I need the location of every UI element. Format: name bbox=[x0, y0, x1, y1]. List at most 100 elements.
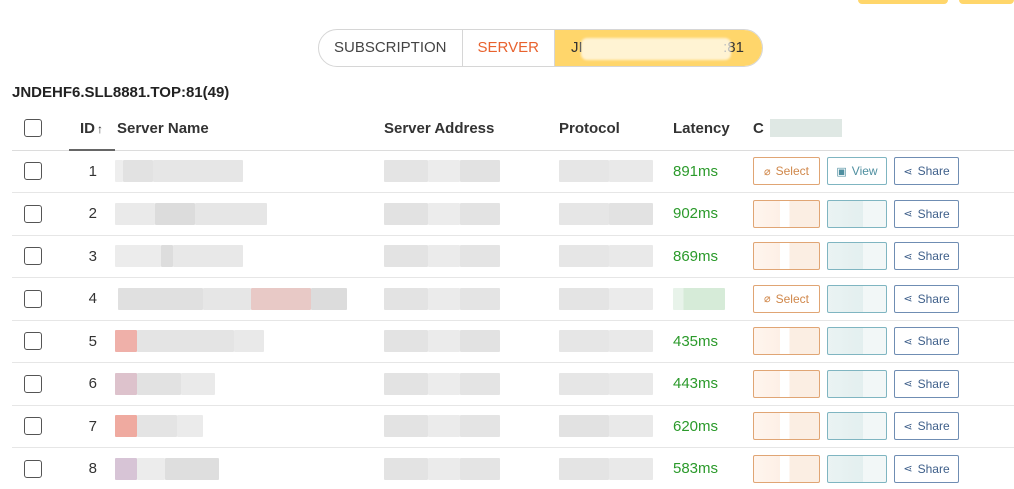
row-checkbox[interactable] bbox=[24, 374, 42, 393]
tab-server[interactable]: SERVER bbox=[463, 30, 555, 66]
header-select-cell bbox=[12, 107, 69, 151]
row-id: 1 bbox=[69, 150, 113, 193]
select-button[interactable]: ⌀ Select bbox=[753, 157, 820, 186]
select-button[interactable]: ⌀ Select bbox=[753, 327, 820, 356]
redacted-protocol bbox=[559, 372, 609, 395]
redacted-protocol bbox=[609, 202, 653, 225]
view-qr-button[interactable]: ▣ View bbox=[827, 157, 887, 186]
share-button[interactable]: ⋖ Share bbox=[894, 454, 959, 483]
redacted-server-address bbox=[428, 202, 460, 225]
select-all-checkbox[interactable] bbox=[24, 119, 42, 138]
row-checkbox[interactable] bbox=[24, 417, 42, 436]
view-qr-button[interactable]: ▣ View bbox=[827, 242, 887, 271]
row-checkbox[interactable] bbox=[24, 162, 42, 181]
link-icon: ⌀ bbox=[764, 420, 771, 433]
share-button[interactable]: ⋖ Share bbox=[894, 327, 959, 356]
header-operations-label: C bbox=[753, 119, 764, 137]
select-button[interactable]: ⌀ Select bbox=[753, 412, 820, 441]
tab-subscription[interactable]: SUBSCRIPTION bbox=[319, 30, 463, 66]
latency-cell: 443ms bbox=[673, 362, 753, 406]
share-icon: ⋖ bbox=[903, 208, 913, 221]
latency-cell: 869ms bbox=[673, 235, 753, 278]
redacted-protocol bbox=[559, 415, 609, 438]
view-qr-button[interactable]: ▣ View bbox=[827, 327, 887, 356]
latency-value: 443ms bbox=[673, 375, 719, 393]
redacted-server-name bbox=[115, 372, 137, 395]
row-checkbox[interactable] bbox=[24, 459, 42, 478]
protocol-cell bbox=[559, 320, 673, 363]
top-action-button-1[interactable] bbox=[858, 0, 948, 4]
protocol-cell bbox=[559, 235, 673, 278]
redacted-protocol bbox=[559, 202, 609, 225]
redacted-protocol bbox=[559, 287, 609, 310]
latency-value: 620ms bbox=[673, 417, 719, 435]
redacted-server-name bbox=[195, 202, 267, 225]
row-checkbox[interactable] bbox=[24, 247, 42, 266]
redacted-server-address bbox=[460, 330, 500, 353]
select-button-label: Select bbox=[776, 377, 809, 391]
share-button[interactable]: ⋖ Share bbox=[894, 199, 959, 228]
redacted-server-name bbox=[118, 287, 203, 310]
share-button[interactable]: ⋖ Share bbox=[894, 284, 959, 313]
redacted-server-address bbox=[428, 372, 460, 395]
share-button-label: Share bbox=[917, 419, 950, 434]
select-button[interactable]: ⌀ Select bbox=[753, 284, 820, 313]
qr-icon: ▣ bbox=[836, 207, 846, 220]
row-select-cell bbox=[12, 362, 69, 406]
share-button[interactable]: ⋖ Share bbox=[894, 242, 959, 271]
view-button-label: View bbox=[852, 377, 878, 391]
row-actions: ⌀ Select ▣ View ⋖ Share bbox=[753, 447, 1014, 489]
share-button[interactable]: ⋖ Share bbox=[894, 412, 959, 441]
select-button[interactable]: ⌀ Select bbox=[753, 369, 820, 398]
row-checkbox[interactable] bbox=[24, 204, 42, 223]
row-checkbox[interactable] bbox=[24, 332, 42, 351]
redacted-server-name bbox=[115, 415, 137, 438]
row-id: 7 bbox=[69, 405, 113, 448]
redacted-server-name bbox=[165, 457, 219, 480]
view-qr-button[interactable]: ▣ View bbox=[827, 369, 887, 398]
view-qr-button[interactable]: ▣ View bbox=[827, 199, 887, 228]
row-id: 4 bbox=[69, 277, 113, 321]
view-button-label: View bbox=[852, 462, 878, 476]
view-button-label: View bbox=[852, 207, 878, 221]
view-qr-button[interactable]: ▣ View bbox=[827, 412, 887, 441]
qr-icon: ▣ bbox=[836, 377, 846, 390]
qr-icon: ▣ bbox=[836, 335, 846, 348]
link-icon: ⌀ bbox=[764, 165, 771, 178]
server-name-cell bbox=[113, 447, 384, 489]
redacted-server-address bbox=[460, 160, 500, 183]
share-icon: ⋖ bbox=[903, 378, 913, 391]
header-id-label: ID bbox=[80, 119, 95, 137]
table-row: 1 891ms ⌀ Select ▣ View ⋖ Share bbox=[12, 150, 1014, 193]
header-id[interactable]: ID ↑ bbox=[69, 107, 115, 151]
view-qr-button[interactable]: ▣ View bbox=[827, 284, 887, 313]
server-address-cell bbox=[384, 320, 559, 363]
table-row: 5 435ms ⌀ Select ▣ View ⋖ Share bbox=[12, 320, 1014, 363]
header-protocol: Protocol bbox=[559, 107, 673, 151]
select-button[interactable]: ⌀ Select bbox=[753, 454, 820, 483]
top-action-button-2[interactable] bbox=[959, 0, 1014, 4]
redacted-server-name bbox=[155, 202, 195, 225]
link-icon: ⌀ bbox=[764, 335, 771, 348]
select-button[interactable]: ⌀ Select bbox=[753, 199, 820, 228]
row-checkbox[interactable] bbox=[24, 289, 42, 308]
link-icon: ⌀ bbox=[764, 462, 771, 475]
redacted-protocol bbox=[609, 287, 653, 310]
table-row: 3 869ms ⌀ Select ▣ View ⋖ Share bbox=[12, 235, 1014, 278]
share-icon: ⋖ bbox=[903, 335, 913, 348]
redacted-server-name bbox=[203, 287, 251, 310]
share-button[interactable]: ⋖ Share bbox=[894, 157, 959, 186]
share-button-label: Share bbox=[917, 334, 950, 349]
server-name-cell bbox=[113, 405, 384, 448]
redacted-protocol bbox=[609, 160, 653, 183]
tab-group-active[interactable]: JI :81 bbox=[554, 30, 762, 66]
select-button-label: Select bbox=[775, 291, 809, 306]
protocol-cell bbox=[559, 192, 673, 236]
view-qr-button[interactable]: ▣ View bbox=[827, 454, 887, 483]
select-button-label: Select bbox=[776, 419, 809, 433]
row-actions: ⌀ Select ▣ View ⋖ Share bbox=[753, 192, 1014, 236]
redacted-server-name bbox=[161, 245, 173, 268]
share-button[interactable]: ⋖ Share bbox=[894, 369, 959, 398]
latency-cell: 902ms bbox=[673, 192, 753, 236]
select-button[interactable]: ⌀ Select bbox=[753, 242, 820, 271]
